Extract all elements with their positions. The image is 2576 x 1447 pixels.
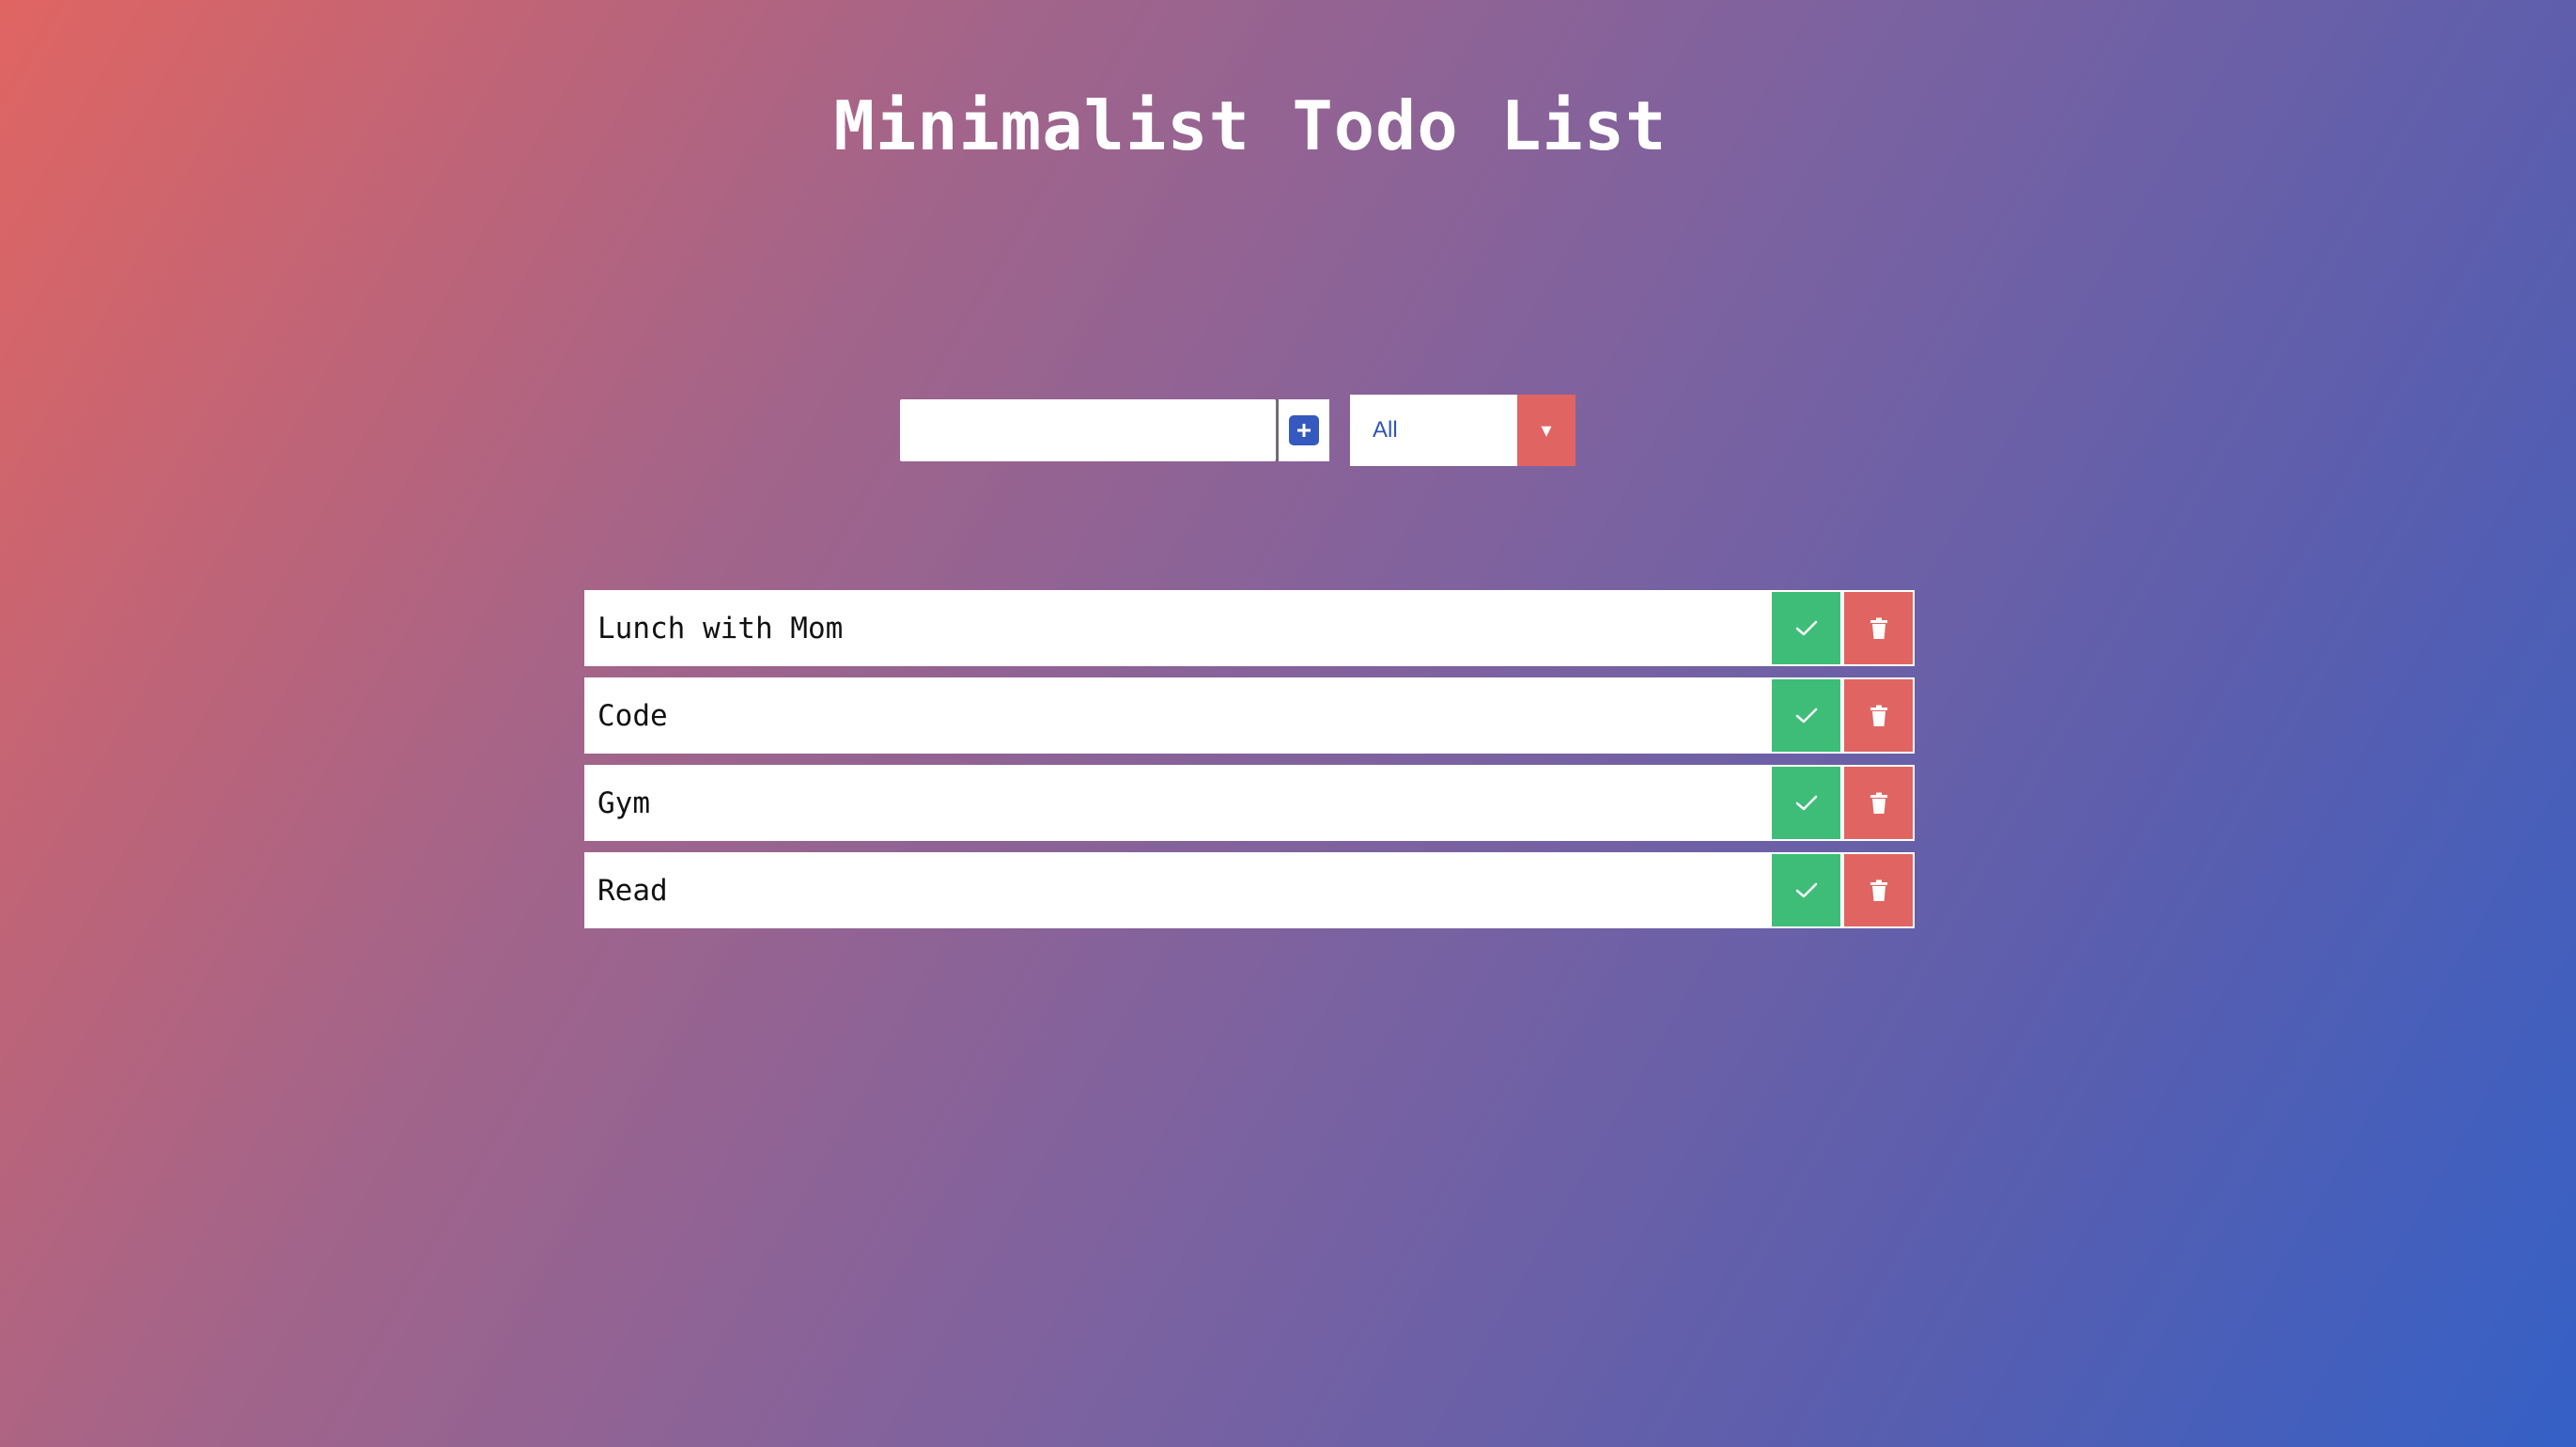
todo-item: Code (584, 677, 1915, 754)
complete-button[interactable] (1772, 767, 1840, 839)
add-todo-button[interactable] (1277, 399, 1329, 461)
complete-button[interactable] (1772, 592, 1840, 664)
todo-list: Lunch with Mom Code Gym Read (584, 590, 1915, 940)
todo-item: Lunch with Mom (584, 590, 1915, 666)
todo-item: Read (584, 852, 1915, 928)
todo-text: Read (597, 873, 668, 908)
filter-select[interactable]: All ▾ (1350, 395, 1575, 466)
delete-button[interactable] (1844, 679, 1913, 752)
check-icon (1795, 882, 1817, 897)
todo-item: Gym (584, 765, 1915, 841)
todo-input[interactable] (900, 399, 1276, 461)
chevron-down-icon[interactable]: ▾ (1517, 395, 1575, 466)
delete-button[interactable] (1844, 592, 1913, 664)
delete-button[interactable] (1844, 854, 1913, 926)
trash-icon (1870, 617, 1887, 639)
todo-text: Gym (597, 786, 650, 820)
todo-text: Lunch with Mom (597, 611, 844, 646)
check-icon (1795, 795, 1817, 810)
check-icon (1795, 620, 1817, 635)
todo-form: All ▾ (900, 395, 1576, 466)
plus-icon (1289, 415, 1319, 445)
check-icon (1795, 708, 1817, 723)
complete-button[interactable] (1772, 854, 1840, 926)
trash-icon (1870, 705, 1887, 726)
filter-selected-value: All (1373, 417, 1398, 443)
delete-button[interactable] (1844, 767, 1913, 839)
trash-icon (1870, 792, 1887, 814)
page-title: Minimalist Todo List (833, 86, 1668, 165)
todo-text: Code (597, 698, 668, 733)
complete-button[interactable] (1772, 679, 1840, 752)
trash-icon (1870, 879, 1887, 901)
